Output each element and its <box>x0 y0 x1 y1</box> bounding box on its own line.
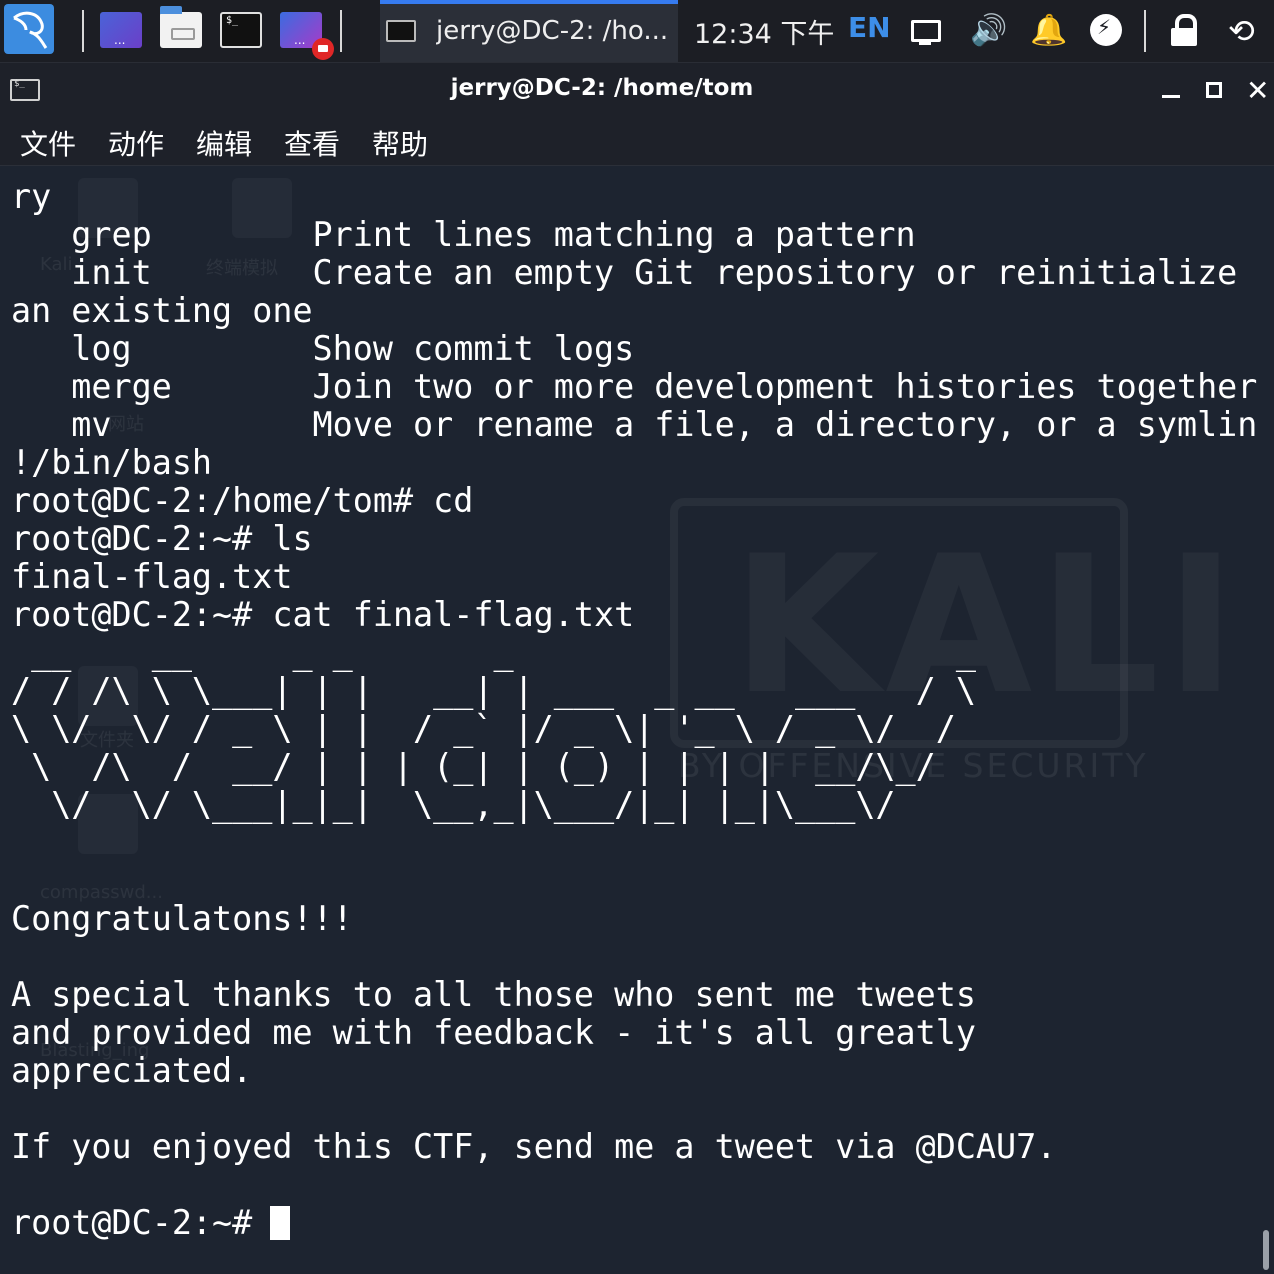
keyboard-layout-indicator[interactable]: EN <box>848 11 891 44</box>
menu-file[interactable]: 文件 <box>20 123 76 163</box>
menu-bar: 文件 动作 编辑 查看 帮助 <box>0 119 1274 166</box>
menu-edit[interactable]: 编辑 <box>196 123 252 163</box>
show-desktop-icon[interactable]: ... <box>100 12 142 48</box>
task-title: jerry@DC-2: /ho... <box>436 16 669 46</box>
maximize-button[interactable] <box>1202 77 1230 105</box>
terminal-line: appreciated. <box>11 1051 253 1090</box>
ascii-art-line: / / /\ \ \___| | | __| | ___ _ __ ___ / … <box>11 671 976 710</box>
ascii-art-line: \ \/ \/ / _ \ | | / _` |/ _ \| '_ \ / _ … <box>11 709 956 748</box>
terminal-line: log Show commit logs <box>11 329 635 368</box>
recorder-label: ... <box>294 33 306 47</box>
clock[interactable]: 12:34 下午 <box>694 12 834 51</box>
terminal-line: Congratulatons!!! <box>11 899 353 938</box>
terminal-line: final-flag.txt <box>11 557 293 596</box>
ascii-art-line: \ /\ / __/ | | | (_| | (_) | | | | __/\_… <box>11 747 936 786</box>
volume-icon[interactable]: 🔊 <box>970 14 1007 48</box>
terminal-output[interactable]: KALI BY OFFENSIVE SECURITY Kali 终端模拟 网站 … <box>0 166 1274 1274</box>
terminal-line: and provided me with feedback - it's all… <box>11 1013 976 1052</box>
screen-recorder-icon[interactable]: ... <box>280 12 334 60</box>
menu-action[interactable]: 动作 <box>108 123 164 163</box>
terminal-prompt-glyph: $_ <box>226 15 239 26</box>
desktop-label: ... <box>114 33 126 47</box>
menu-view[interactable]: 查看 <box>284 123 340 163</box>
taskbar-terminal-button[interactable]: jerry@DC-2: /ho... <box>380 0 678 62</box>
text-cursor <box>270 1206 290 1240</box>
terminal-line: an existing one <box>11 291 313 330</box>
panel-separator <box>1144 10 1146 52</box>
logout-icon[interactable]: ⟲ <box>1228 14 1262 48</box>
terminal-line: grep Print lines matching a pattern <box>11 215 916 254</box>
lock-screen-icon[interactable] <box>1168 14 1200 46</box>
panel-separator <box>340 10 342 52</box>
terminal-line: A special thanks to all those who sent m… <box>11 975 976 1014</box>
terminal-line: init Create an empty Git repository or r… <box>11 253 1238 292</box>
display-icon[interactable] <box>908 14 942 48</box>
panel-separator <box>82 10 84 52</box>
kali-menu-icon[interactable] <box>4 4 54 54</box>
close-button[interactable]: ✕ <box>1246 77 1274 105</box>
scrollbar[interactable] <box>1263 1230 1269 1270</box>
terminal-prompt-line[interactable]: root@DC-2:~# <box>11 1204 272 1242</box>
menu-help[interactable]: 帮助 <box>372 123 428 163</box>
terminal-line: If you enjoyed this CTF, send me a tweet… <box>11 1127 1057 1166</box>
terminal-line: root@DC-2:~# ls <box>11 519 313 558</box>
terminal-line: !/bin/bash <box>11 443 213 482</box>
terminal-line: ry <box>11 177 52 216</box>
terminal-line: merge Join two or more development histo… <box>11 367 1258 406</box>
ascii-art-line: __ __ _ _ _ _ <box>11 633 997 672</box>
minimize-button[interactable] <box>1158 77 1186 105</box>
terminal-line: mv Move or rename a file, a directory, o… <box>11 405 1258 444</box>
power-manager-icon[interactable] <box>1090 14 1122 46</box>
record-badge-icon <box>312 38 334 60</box>
ascii-art-line: \/ \/ \___|_|_| \__,_|\___/|_| |_|\___\/ <box>11 785 896 824</box>
notification-bell-icon[interactable]: 🔔 <box>1030 14 1067 48</box>
terminal-window-icon <box>386 20 416 42</box>
terminal-line: root@DC-2:/home/tom# cd <box>11 481 474 520</box>
window-title: jerry@DC-2: /home/tom <box>450 75 754 101</box>
terminal-launcher-icon[interactable]: $_ <box>220 12 262 48</box>
file-manager-icon[interactable] <box>160 6 202 48</box>
top-panel: ... $_ ... jerry@DC-2: /ho... 12:34 下午 E… <box>0 0 1274 63</box>
window-titlebar[interactable]: jerry@DC-2: /home/tom ✕ <box>0 63 1274 119</box>
terminal-line: root@DC-2:~# cat final-flag.txt <box>11 595 635 634</box>
